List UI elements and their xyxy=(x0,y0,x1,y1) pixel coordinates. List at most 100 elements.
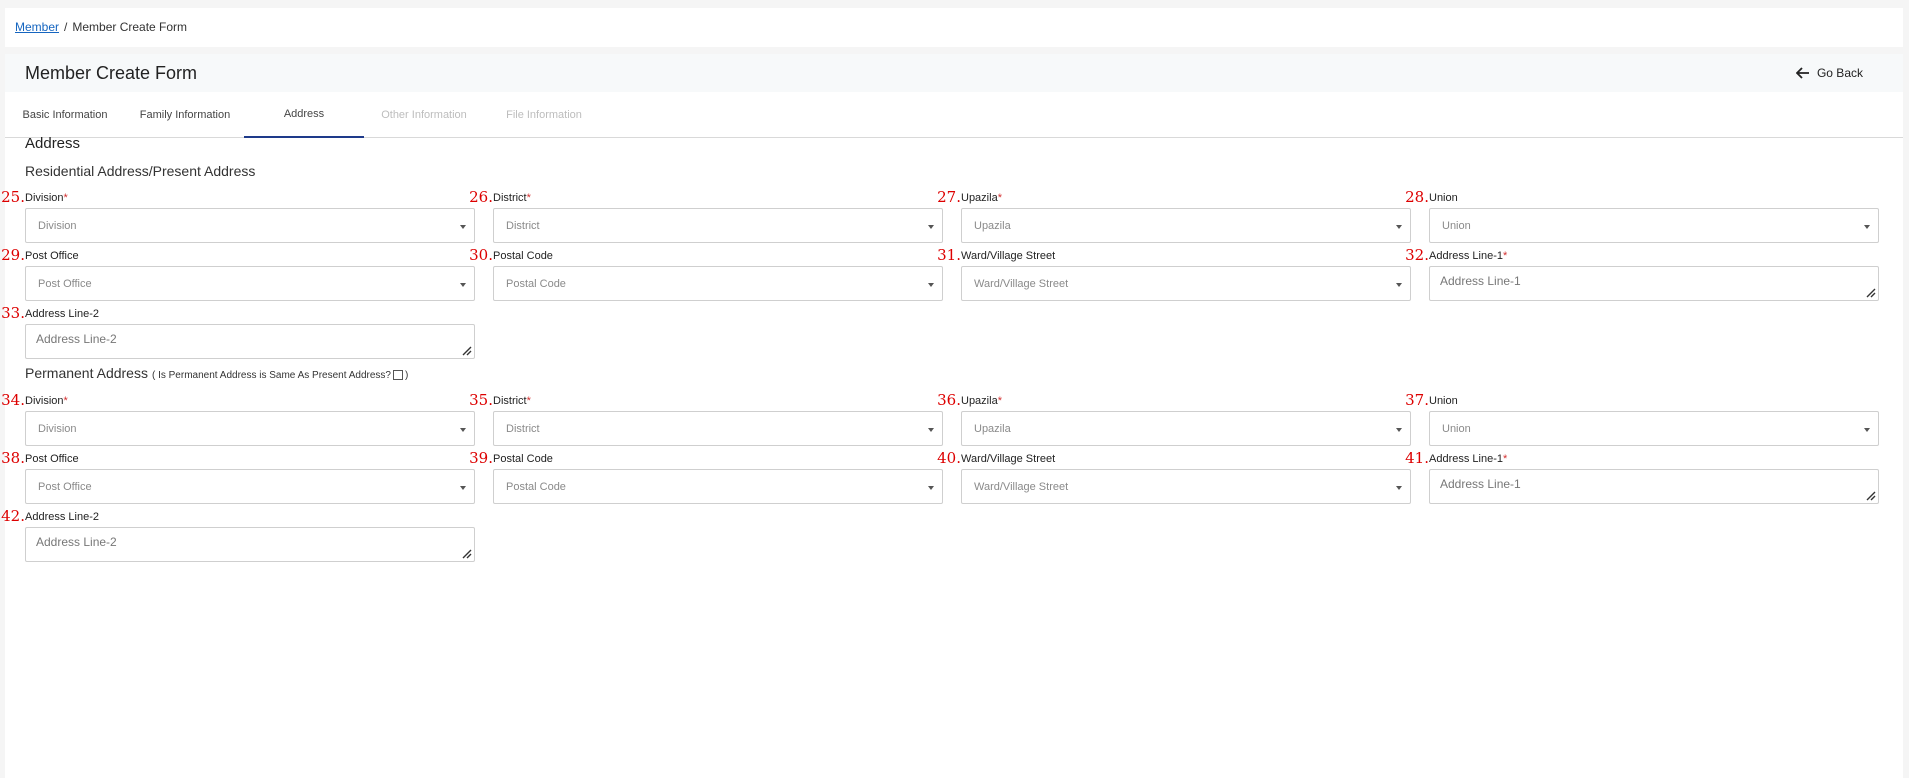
field-label: Address Line-2 xyxy=(25,511,99,523)
field-label: Address Line-1* xyxy=(1429,250,1508,262)
caret-down-icon xyxy=(928,283,934,287)
permanent-address-title: Permanent Address xyxy=(25,365,148,381)
ward-village-street-select[interactable]: Ward/Village Street xyxy=(961,266,1411,301)
section-title: Address xyxy=(25,135,81,152)
field-number: 36. xyxy=(937,391,961,409)
upazila-select[interactable]: Upazila xyxy=(961,411,1411,446)
resize-handle-icon[interactable] xyxy=(1865,490,1876,501)
present-post-office-field: 29. Post Office Post Office xyxy=(1,246,475,301)
tab-label: Basic Information xyxy=(22,109,108,121)
permanent-address-line-1-field: 41. Address Line-1* Address Line-1 xyxy=(1405,449,1879,504)
resize-handle-icon[interactable] xyxy=(461,345,472,356)
go-back-label: Go Back xyxy=(1816,66,1863,80)
go-back-button[interactable]: Go Back xyxy=(1795,66,1863,80)
breadcrumb-link-member[interactable]: Member xyxy=(15,20,59,34)
present-postal-code-field: 30. Postal Code Postal Code xyxy=(469,246,943,301)
field-label: District* xyxy=(493,192,531,204)
caret-down-icon xyxy=(460,283,466,287)
post-office-select[interactable]: Post Office xyxy=(25,266,475,301)
field-label: Post Office xyxy=(25,250,79,262)
postal-code-select[interactable]: Postal Code xyxy=(493,266,943,301)
permanent-address-heading: Permanent Address( Is Permanent Address … xyxy=(25,365,408,381)
tab-address[interactable]: Address xyxy=(244,92,364,138)
address-line-1-input[interactable]: Address Line-1 xyxy=(1429,266,1879,301)
permanent-district-field: 35. District* District xyxy=(469,391,943,446)
field-label: Upazila* xyxy=(961,192,1002,204)
tab-file-information[interactable]: File Information xyxy=(484,92,604,138)
field-label: Ward/Village Street xyxy=(961,453,1056,465)
field-label: District* xyxy=(493,395,531,407)
division-select[interactable]: Division xyxy=(25,208,475,243)
field-label: Postal Code xyxy=(493,453,553,465)
field-label: Address Line-1* xyxy=(1429,453,1508,465)
field-number: 33. xyxy=(1,304,25,322)
field-number: 35. xyxy=(469,391,493,409)
present-division-field: 25. Division* Division xyxy=(1,188,475,243)
present-union-field: 28. Union Union xyxy=(1405,188,1879,243)
caret-down-icon xyxy=(1396,283,1402,287)
permanent-division-field: 34. Division* Division xyxy=(1,391,475,446)
permanent-union-field: 37. Union Union xyxy=(1405,391,1879,446)
permanent-upazila-field: 36. Upazila* Upazila xyxy=(937,391,1411,446)
caret-down-icon xyxy=(1864,225,1870,229)
resize-handle-icon[interactable] xyxy=(1865,287,1876,298)
address-line-2-input[interactable]: Address Line-2 xyxy=(25,527,475,562)
field-number: 41. xyxy=(1405,449,1429,467)
form-card: Member Create Form Go Back Basic Informa… xyxy=(1,54,1903,778)
field-number: 30. xyxy=(469,246,493,264)
post-office-select[interactable]: Post Office xyxy=(25,469,475,504)
address-line-1-input[interactable]: Address Line-1 xyxy=(1429,469,1879,504)
address-line-2-input[interactable]: Address Line-2 xyxy=(25,324,475,359)
division-select[interactable]: Division xyxy=(25,411,475,446)
card-header: Member Create Form Go Back xyxy=(5,54,1903,92)
present-address-line-1-field: 32. Address Line-1* Address Line-1 xyxy=(1405,246,1879,301)
upazila-select[interactable]: Upazila xyxy=(961,208,1411,243)
caret-down-icon xyxy=(928,486,934,490)
field-number: 32. xyxy=(1405,246,1429,264)
tab-label: Family Information xyxy=(139,109,231,121)
caret-down-icon xyxy=(460,428,466,432)
permanent-ward-field: 40. Ward/Village Street Ward/Village Str… xyxy=(937,449,1411,504)
tab-other-information[interactable]: Other Information xyxy=(364,92,484,138)
same-as-present-note: ( Is Permanent Address is Same As Presen… xyxy=(151,370,409,381)
field-label: Union xyxy=(1429,192,1458,204)
field-number: 27. xyxy=(937,188,961,206)
field-number: 37. xyxy=(1405,391,1429,409)
breadcrumb-current: Member Create Form xyxy=(72,20,188,34)
permanent-post-office-field: 38. Post Office Post Office xyxy=(1,449,475,504)
arrow-left-icon xyxy=(1795,67,1809,79)
union-select[interactable]: Union xyxy=(1429,411,1879,446)
field-number: 25. xyxy=(1,188,25,206)
caret-down-icon xyxy=(460,225,466,229)
same-as-present-checkbox[interactable] xyxy=(392,370,403,381)
caret-down-icon xyxy=(928,225,934,229)
field-number: 39. xyxy=(469,449,493,467)
breadcrumb: Member / Member Create Form xyxy=(5,8,1903,47)
tab-family-information[interactable]: Family Information xyxy=(125,92,245,138)
caret-down-icon xyxy=(1396,428,1402,432)
present-address-title: Residential Address/Present Address xyxy=(25,163,256,179)
breadcrumb-separator: / xyxy=(64,20,68,34)
permanent-address-line-2-field: 42. Address Line-2 Address Line-2 xyxy=(1,507,475,562)
field-label: Division* xyxy=(25,395,68,407)
page-title: Member Create Form xyxy=(25,63,198,83)
district-select[interactable]: District xyxy=(493,208,943,243)
tab-label: Other Information xyxy=(381,109,467,121)
district-select[interactable]: District xyxy=(493,411,943,446)
field-label: Ward/Village Street xyxy=(961,250,1056,262)
postal-code-select[interactable]: Postal Code xyxy=(493,469,943,504)
field-label: Post Office xyxy=(25,453,79,465)
present-district-field: 26. District* District xyxy=(469,188,943,243)
resize-handle-icon[interactable] xyxy=(461,548,472,559)
field-number: 28. xyxy=(1405,188,1429,206)
present-address-line-2-field: 33. Address Line-2 Address Line-2 xyxy=(1,304,475,359)
caret-down-icon xyxy=(1864,428,1870,432)
tab-basic-information[interactable]: Basic Information xyxy=(5,92,125,138)
ward-village-street-select[interactable]: Ward/Village Street xyxy=(961,469,1411,504)
field-number: 26. xyxy=(469,188,493,206)
union-select[interactable]: Union xyxy=(1429,208,1879,243)
field-label: Postal Code xyxy=(493,250,553,262)
caret-down-icon xyxy=(928,428,934,432)
field-label: Union xyxy=(1429,395,1458,407)
field-label: Upazila* xyxy=(961,395,1002,407)
